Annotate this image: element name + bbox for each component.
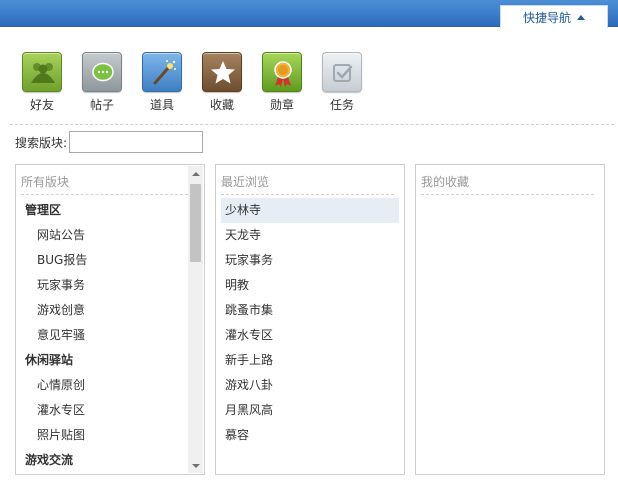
quick-nav-button[interactable]: 快捷导航 [500, 5, 608, 28]
toolbar-label: 任务 [329, 98, 354, 112]
forum-group[interactable]: 管理区 [21, 198, 188, 223]
forum-item[interactable]: 玩家事务 [21, 273, 188, 298]
toolbar-item-favorites[interactable]: 收藏 [192, 52, 252, 113]
forum-item[interactable]: 照片贴图 [21, 423, 188, 448]
recent-item-selected[interactable]: 少林寺 [221, 198, 399, 223]
toolbar-item-posts[interactable]: 帖子 [72, 52, 132, 113]
checklist-icon [322, 52, 362, 92]
recent-list: 少林寺 天龙寺 玩家事务 明教 跳蚤市集 灌水专区 新手上路 游戏八卦 月黑风高… [221, 198, 399, 448]
toolbar-label: 帖子 [89, 98, 114, 112]
toolbar-label: 好友 [29, 98, 54, 112]
quick-nav-label: 快捷导航 [522, 10, 571, 25]
scroll-up-arrow-icon[interactable] [188, 166, 203, 181]
toolbar: 好友 帖子 道具 收藏 勋章 任务 [12, 52, 372, 113]
friends-icon [22, 52, 62, 92]
toolbar-label: 道具 [149, 98, 174, 112]
forum-group[interactable]: 游戏交流 [21, 448, 188, 473]
forum-item[interactable]: BUG报告 [21, 248, 188, 273]
magic-wand-icon [142, 52, 182, 92]
divider [10, 124, 614, 125]
forum-search-input[interactable] [69, 131, 204, 153]
recent-item[interactable]: 跳蚤市集 [221, 298, 399, 323]
star-icon [202, 52, 242, 92]
recent-item[interactable]: 灌水专区 [221, 323, 399, 348]
recent-browse-panel: 最近浏览 少林寺 天龙寺 玩家事务 明教 跳蚤市集 灌水专区 新手上路 游戏八卦… [215, 164, 405, 475]
top-bar: 快捷导航 [0, 0, 618, 28]
panel-title: 我的收藏 [421, 173, 594, 195]
toolbar-label: 勋章 [269, 98, 294, 112]
forum-item[interactable]: 灌水专区 [21, 398, 188, 423]
my-favorites-panel: 我的收藏 [415, 164, 605, 475]
panel-title: 最近浏览 [221, 173, 394, 195]
forum-group[interactable]: 休闲驿站 [21, 348, 188, 373]
forum-item[interactable]: 游戏创意 [21, 298, 188, 323]
forum-item[interactable]: 意见牢骚 [21, 323, 188, 348]
recent-item[interactable]: 游戏八卦 [221, 373, 399, 398]
recent-item[interactable]: 明教 [221, 273, 399, 298]
recent-item[interactable]: 新手上路 [221, 348, 399, 373]
recent-item[interactable]: 月黑风高 [221, 398, 399, 423]
toolbar-label: 收藏 [209, 98, 234, 112]
toolbar-item-props[interactable]: 道具 [132, 52, 192, 113]
scrollbar[interactable] [188, 166, 203, 473]
recent-item[interactable]: 慕容 [221, 423, 399, 448]
search-label: 搜索版块: [15, 135, 68, 150]
recent-item[interactable]: 玩家事务 [221, 248, 399, 273]
toolbar-item-tasks[interactable]: 任务 [312, 52, 372, 113]
panel-title: 所有版块 [21, 173, 188, 195]
toolbar-item-medals[interactable]: 勋章 [252, 52, 312, 113]
toolbar-item-friends[interactable]: 好友 [12, 52, 72, 113]
recent-item[interactable]: 天龙寺 [221, 223, 399, 248]
forum-item[interactable]: 心情原创 [21, 373, 188, 398]
all-forums-list: 管理区 网站公告 BUG报告 玩家事务 游戏创意 意见牢骚 休闲驿站 心情原创 … [21, 198, 188, 473]
scroll-down-arrow-icon[interactable] [188, 458, 203, 473]
medal-icon [262, 52, 302, 92]
all-forums-panel: 所有版块 管理区 网站公告 BUG报告 玩家事务 游戏创意 意见牢骚 休闲驿站 … [15, 164, 205, 475]
chat-bubble-icon [82, 52, 122, 92]
scrollbar-thumb[interactable] [190, 184, 201, 262]
caret-up-icon [577, 14, 585, 20]
forum-search: 搜索版块: [15, 131, 204, 153]
forum-item[interactable]: 网站公告 [21, 223, 188, 248]
